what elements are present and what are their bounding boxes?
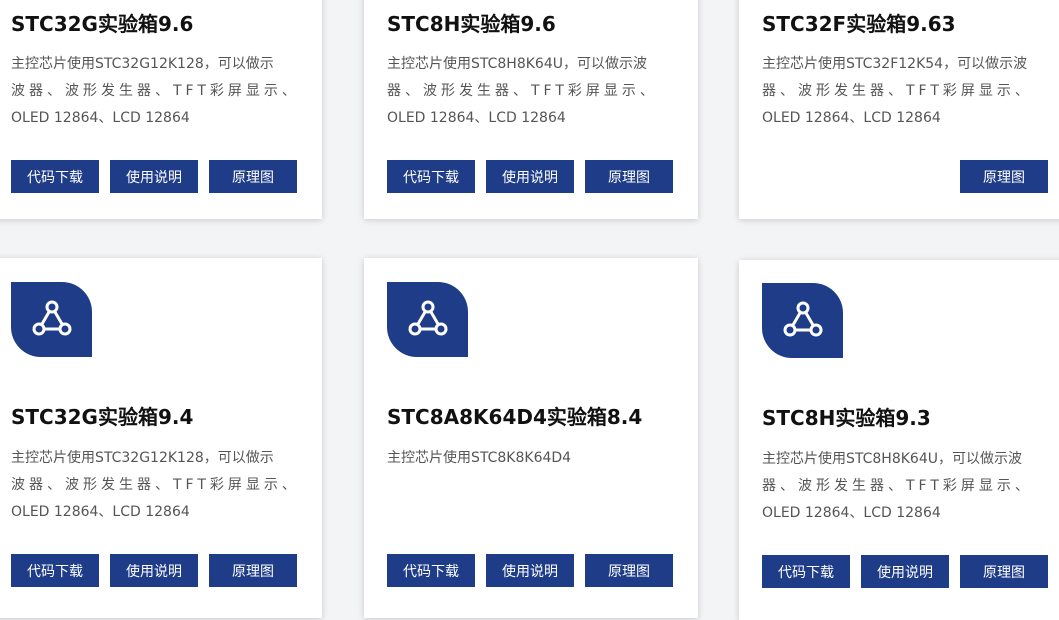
desc-line: OLED 12864、LCD 12864 [762, 110, 941, 126]
schematic-button[interactable]: 原理图 [209, 554, 297, 587]
card-title: STC8A8K64D4实验箱8.4 [387, 405, 643, 429]
card-title: STC32G实验箱9.6 [11, 12, 194, 36]
code-download-button[interactable]: 代码下载 [11, 160, 99, 193]
code-download-button[interactable]: 代码下载 [11, 554, 99, 587]
desc-line: OLED 12864、LCD 12864 [762, 505, 941, 521]
desc-line: OLED 12864、LCD 12864 [11, 110, 190, 126]
share-network-icon [783, 301, 823, 337]
desc-line: OLED 12864、LCD 12864 [11, 504, 190, 520]
code-download-button[interactable]: 代码下载 [387, 160, 475, 193]
card-logo [762, 283, 843, 358]
schematic-button[interactable]: 原理图 [585, 554, 673, 587]
card-description: 主控芯片使用STC32G12K128，可以做示 波器、波形发生器、TFT彩屏显示… [11, 445, 301, 526]
card-description: 主控芯片使用STC8H8K64U，可以做示波 器、波形发生器、TFT彩屏显示、 … [762, 446, 1052, 527]
schematic-button[interactable]: 原理图 [585, 160, 673, 193]
user-manual-button[interactable]: 使用说明 [110, 160, 198, 193]
desc-line: 器、波形发生器、TFT彩屏显示、 [762, 478, 1033, 494]
desc-line: 器、波形发生器、TFT彩屏显示、 [387, 83, 658, 99]
product-card: STC8A8K64D4实验箱8.4 主控芯片使用STC8K8K64D4 代码下载… [364, 258, 698, 618]
card-title: STC8H实验箱9.3 [762, 406, 931, 430]
user-manual-button[interactable]: 使用说明 [486, 554, 574, 587]
card-logo [387, 282, 468, 357]
desc-line: 主控芯片使用STC8K8K64D4 [387, 450, 572, 466]
desc-line: 波器、波形发生器、TFT彩屏显示、 [11, 477, 300, 493]
share-network-icon [408, 300, 448, 336]
product-card: STC8H实验箱9.3 主控芯片使用STC8H8K64U，可以做示波 器、波形发… [739, 260, 1059, 620]
product-card: STC32F实验箱9.63 主控芯片使用STC32F12K54，可以做示波 器、… [739, 0, 1059, 219]
user-manual-button[interactable]: 使用说明 [861, 555, 949, 588]
product-card: STC32G实验箱9.6 主控芯片使用STC32G12K128，可以做示 波器、… [0, 0, 322, 219]
desc-line: 波器、波形发生器、TFT彩屏显示、 [11, 83, 300, 99]
desc-line: 主控芯片使用STC32G12K128，可以做示 [11, 450, 274, 466]
card-description: 主控芯片使用STC32F12K54，可以做示波 器、波形发生器、TFT彩屏显示、… [762, 51, 1052, 132]
desc-line: 器、波形发生器、TFT彩屏显示、 [762, 83, 1033, 99]
schematic-button[interactable]: 原理图 [960, 555, 1048, 588]
product-card: STC32G实验箱9.4 主控芯片使用STC32G12K128，可以做示 波器、… [0, 258, 322, 618]
desc-line: 主控芯片使用STC8H8K64U，可以做示波 [762, 451, 1022, 467]
card-logo [11, 282, 92, 357]
share-network-icon [32, 300, 72, 336]
code-download-button[interactable]: 代码下载 [762, 555, 850, 588]
product-card: STC8H实验箱9.6 主控芯片使用STC8H8K64U，可以做示波 器、波形发… [364, 0, 698, 219]
desc-line: 主控芯片使用STC32G12K128，可以做示 [11, 56, 274, 72]
card-description: 主控芯片使用STC8K8K64D4 [387, 445, 677, 472]
desc-line: 主控芯片使用STC8H8K64U，可以做示波 [387, 56, 647, 72]
card-title: STC8H实验箱9.6 [387, 12, 556, 36]
card-description: 主控芯片使用STC32G12K128，可以做示 波器、波形发生器、TFT彩屏显示… [11, 51, 301, 132]
desc-line: OLED 12864、LCD 12864 [387, 110, 566, 126]
card-title: STC32F实验箱9.63 [762, 12, 956, 36]
user-manual-button[interactable]: 使用说明 [110, 554, 198, 587]
user-manual-button[interactable]: 使用说明 [486, 160, 574, 193]
code-download-button[interactable]: 代码下载 [387, 554, 475, 587]
schematic-button[interactable]: 原理图 [209, 160, 297, 193]
card-description: 主控芯片使用STC8H8K64U，可以做示波 器、波形发生器、TFT彩屏显示、 … [387, 51, 677, 132]
schematic-button[interactable]: 原理图 [960, 160, 1048, 193]
card-title: STC32G实验箱9.4 [11, 405, 194, 429]
desc-line: 主控芯片使用STC32F12K54，可以做示波 [762, 56, 1028, 72]
